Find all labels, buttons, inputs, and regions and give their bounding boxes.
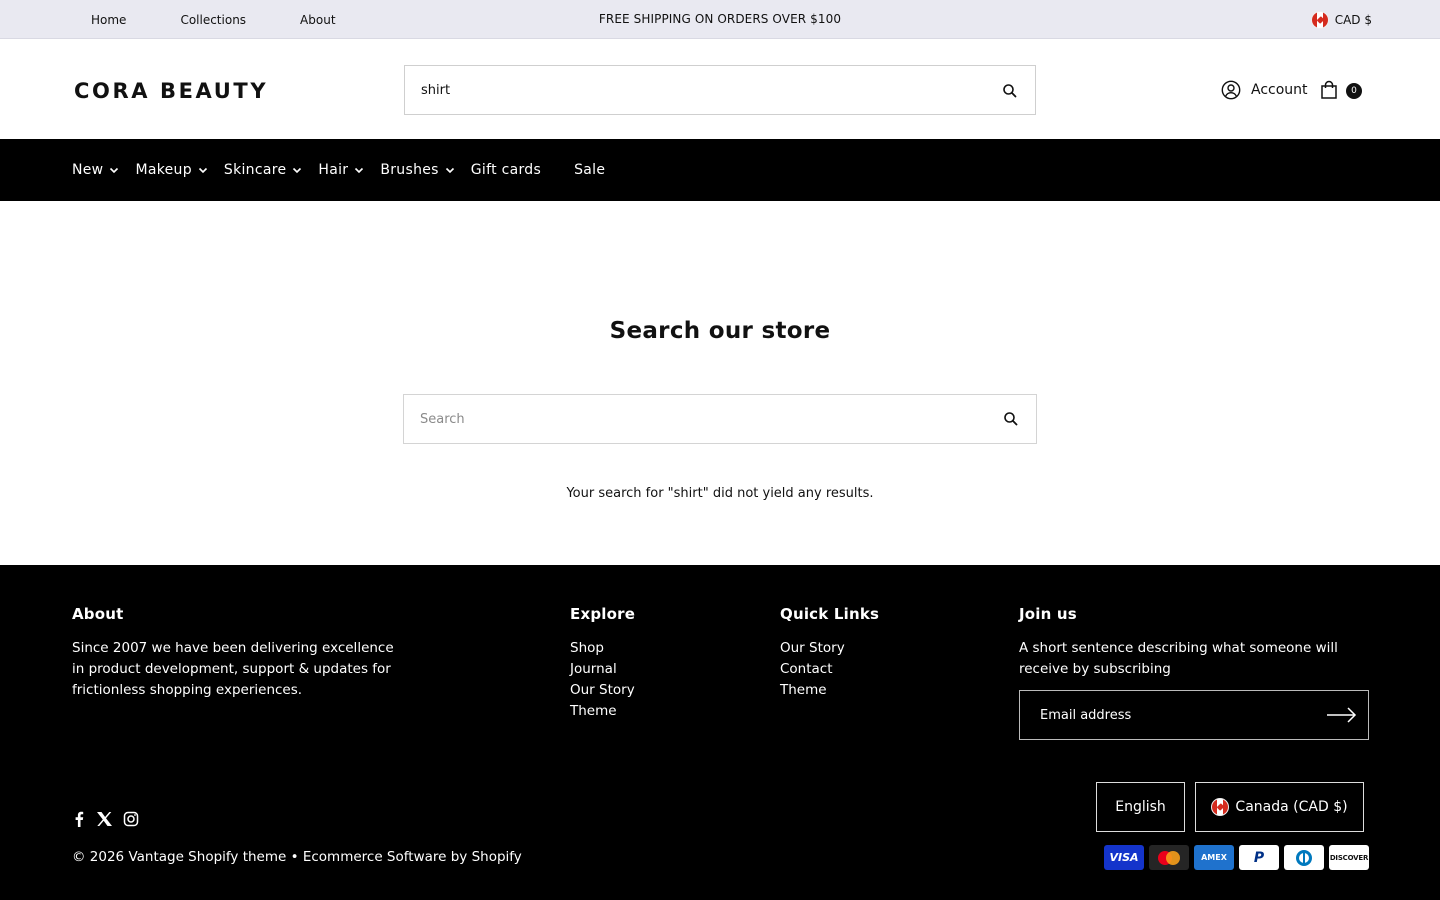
amex-icon: AMEX (1194, 845, 1234, 870)
announcement-bar: Home Collections About FREE SHIPPING ON … (0, 0, 1440, 39)
chevron-down-icon (445, 167, 454, 174)
footer-link-contact[interactable]: Contact (780, 659, 879, 680)
discover-icon: DISCOVER (1329, 845, 1369, 870)
chevron-down-icon (293, 167, 302, 174)
instagram-icon[interactable] (123, 811, 139, 827)
footer-link-our-story[interactable]: Our Story (780, 638, 879, 659)
user-icon (1221, 80, 1241, 100)
chevron-down-icon (355, 167, 364, 174)
account-label: Account (1251, 82, 1308, 98)
header-search-input[interactable] (421, 66, 981, 114)
arrow-right-icon[interactable] (1326, 706, 1358, 728)
top-link-about[interactable]: About (300, 13, 335, 27)
footer-join: Join us A short sentence describing what… (1019, 605, 1349, 680)
nav-item-sale[interactable]: Sale (574, 162, 605, 178)
currency-selector[interactable]: CAD $ (1310, 0, 1372, 39)
footer-quick-links: Quick Links Our Story Contact Theme (780, 605, 879, 701)
footer-explore: Explore Shop Journal Our Story Theme (570, 605, 635, 722)
canada-flag-icon (1211, 798, 1230, 816)
footer-about: About Since 2007 we have been delivering… (72, 605, 402, 701)
visa-icon: VISA (1104, 845, 1144, 870)
footer-link-theme[interactable]: Theme (570, 701, 635, 722)
top-links: Home Collections About (91, 0, 390, 39)
site-header: CORA BEAUTY Account 0 (0, 39, 1440, 139)
nav-item-brushes[interactable]: Brushes (380, 162, 454, 178)
footer-join-text: A short sentence describing what someone… (1019, 640, 1338, 677)
footer-about-text: Since 2007 we have been delivering excel… (72, 640, 394, 698)
canada-flag-icon (1310, 10, 1329, 29)
no-results-message: Your search for "shirt" did not yield an… (566, 486, 874, 501)
social-links (72, 811, 149, 827)
newsletter-form (1019, 690, 1369, 740)
top-link-home[interactable]: Home (91, 13, 126, 27)
country-selector[interactable]: Canada (CAD $) (1195, 782, 1364, 832)
top-link-collections[interactable]: Collections (180, 13, 246, 27)
payment-icons: VISA AMEX P DISCOVER (1104, 845, 1374, 870)
nav-item-hair[interactable]: Hair (318, 162, 364, 178)
main-nav: New Makeup Skincare Hair Brushes Gift ca… (0, 139, 1440, 201)
header-search (404, 65, 1036, 115)
account-link[interactable]: Account (1221, 80, 1308, 100)
cart-button[interactable]: 0 (1320, 79, 1364, 101)
page-search (403, 394, 1037, 444)
nav-item-new[interactable]: New (72, 162, 119, 178)
footer-link-shop[interactable]: Shop (570, 638, 635, 659)
page-search-input[interactable] (420, 395, 980, 443)
footer-link-journal[interactable]: Journal (570, 659, 635, 680)
footer-link-our-story[interactable]: Our Story (570, 680, 635, 701)
nav-item-gift-cards[interactable]: Gift cards (471, 162, 541, 178)
page-title: Search our store (609, 318, 831, 344)
chevron-down-icon (198, 167, 207, 174)
search-icon[interactable] (1001, 82, 1019, 100)
shopping-bag-icon (1321, 80, 1337, 99)
mastercard-icon (1149, 845, 1189, 870)
site-footer: About Since 2007 we have been delivering… (0, 565, 1440, 900)
language-selector[interactable]: English (1096, 782, 1185, 832)
footer-quick-links-heading: Quick Links (780, 605, 880, 623)
footer-link-theme[interactable]: Theme (780, 680, 879, 701)
footer-join-heading: Join us (1019, 605, 1077, 623)
footer-about-heading: About (72, 605, 124, 623)
search-icon[interactable] (1002, 410, 1020, 428)
email-field[interactable] (1040, 691, 1320, 739)
store-logo[interactable]: CORA BEAUTY (74, 79, 268, 103)
currency-label: CAD $ (1334, 12, 1372, 27)
footer-explore-heading: Explore (570, 605, 636, 623)
facebook-icon[interactable] (72, 811, 86, 827)
copyright-text: © 2026 Vantage Shopify theme • Ecommerce… (72, 849, 522, 865)
x-twitter-icon[interactable] (96, 811, 113, 827)
cart-count-badge: 0 (1346, 83, 1362, 99)
nav-item-makeup[interactable]: Makeup (135, 162, 207, 178)
nav-item-skincare[interactable]: Skincare (224, 162, 303, 178)
paypal-icon: P (1239, 845, 1279, 870)
country-label: Canada (CAD $) (1235, 799, 1348, 815)
diners-club-icon (1284, 845, 1324, 870)
chevron-down-icon (110, 167, 119, 174)
